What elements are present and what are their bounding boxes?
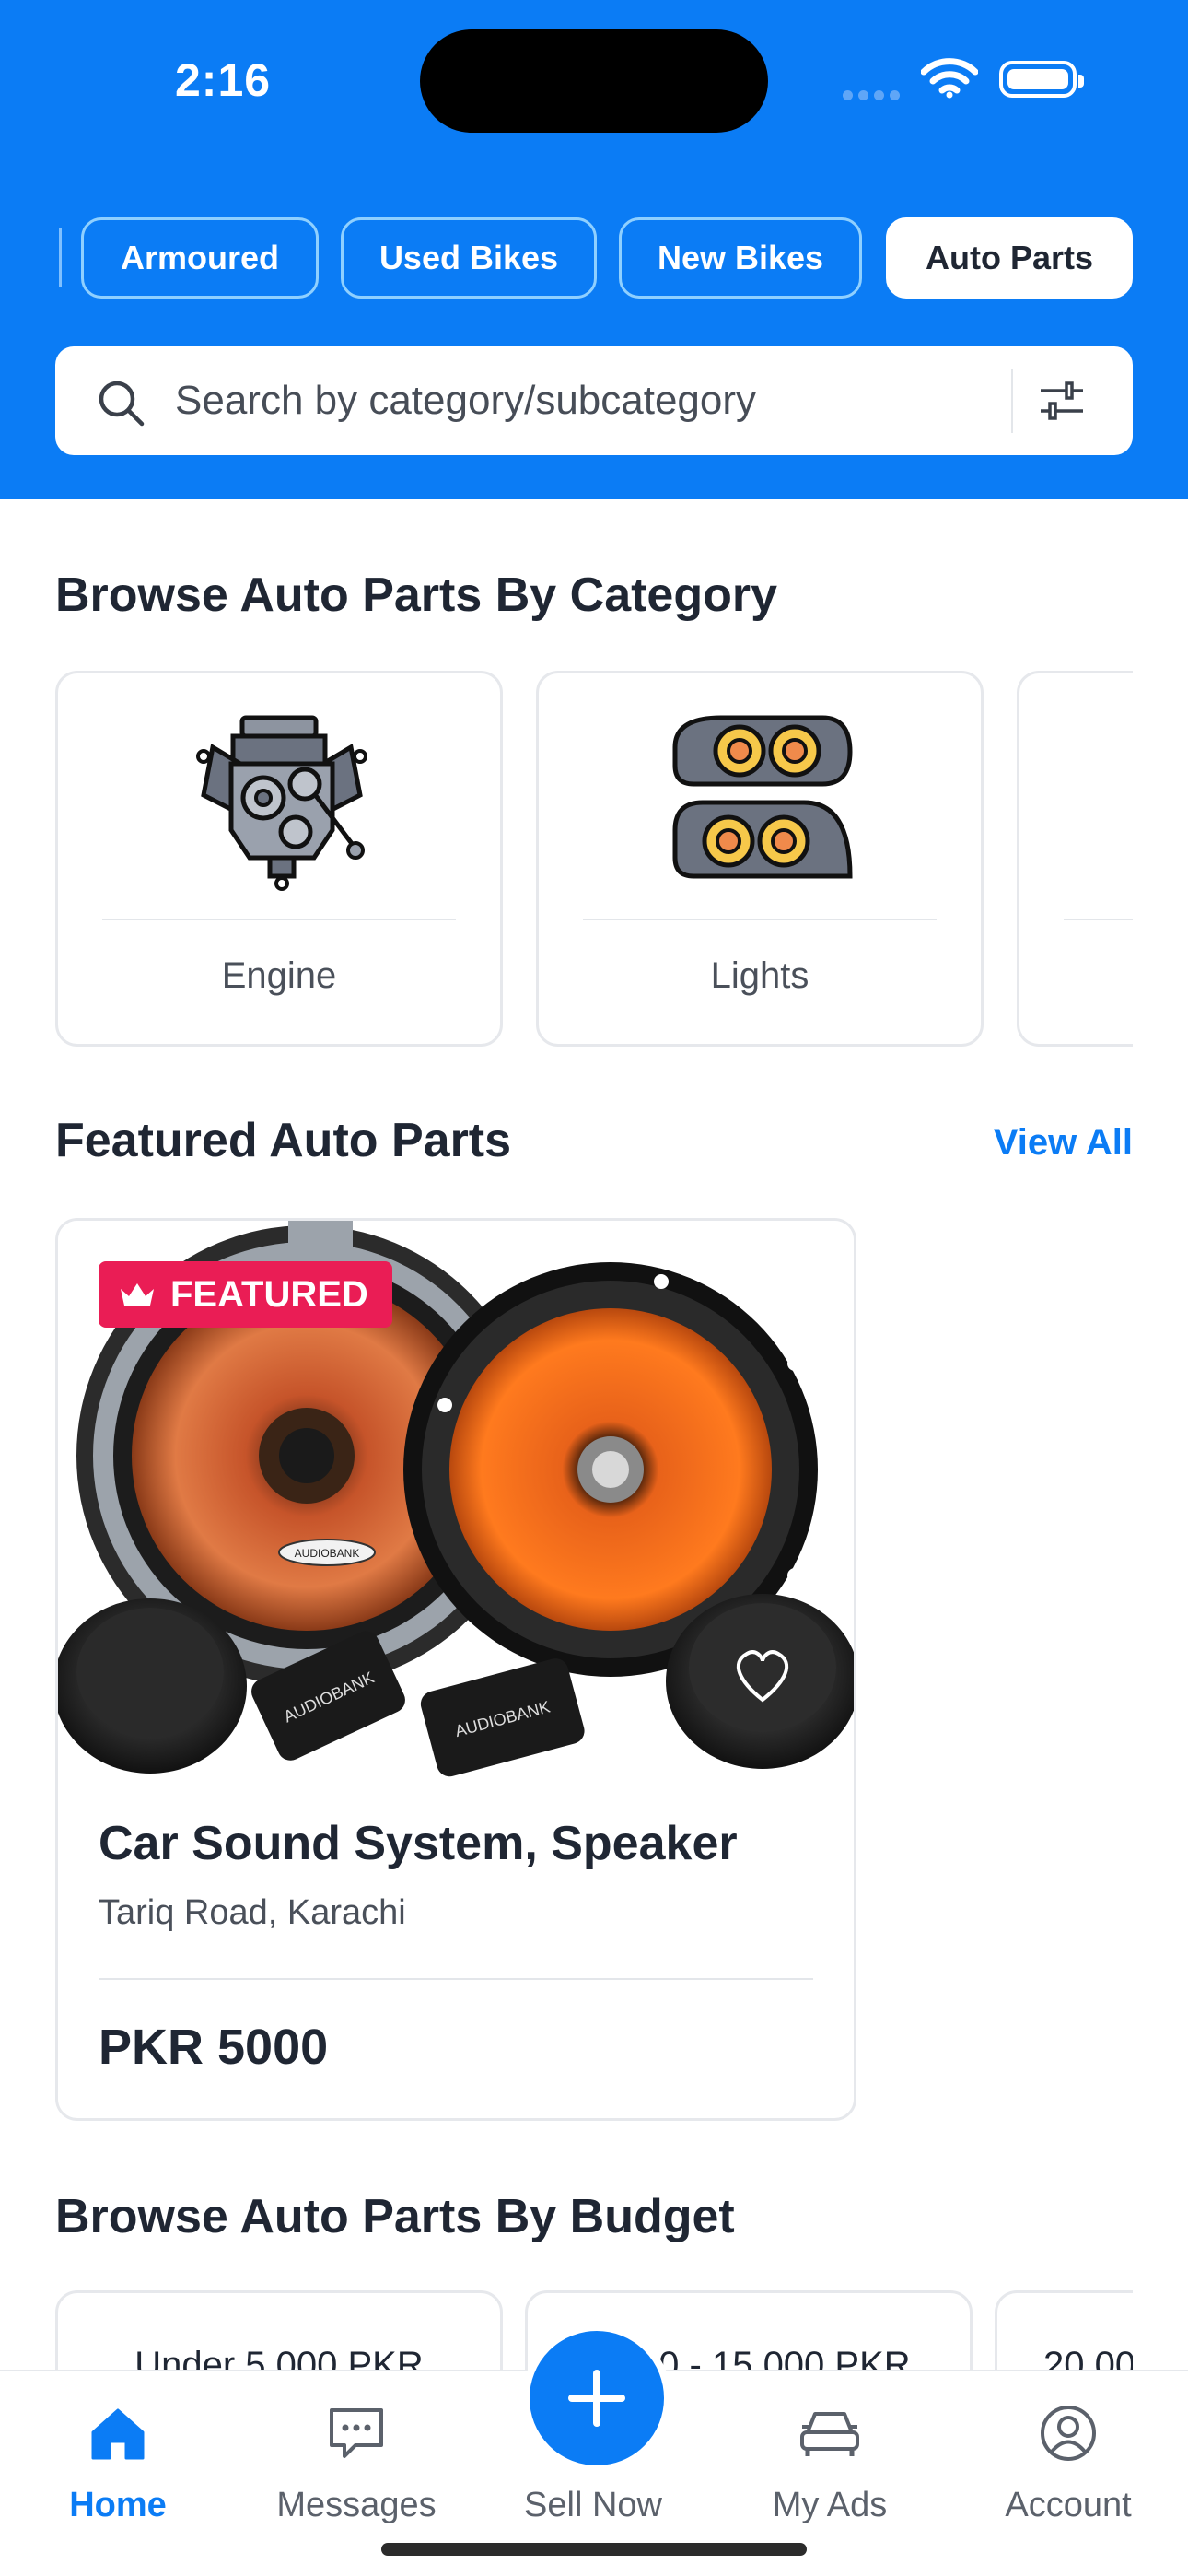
cellular-signal-icon	[843, 88, 905, 105]
category-chip-row: Armoured Used Bikes New Bikes Auto Parts	[0, 217, 1188, 302]
tab-label: Home	[69, 2486, 167, 2524]
engine-icon	[196, 715, 367, 891]
category-card-divider	[583, 919, 937, 920]
sliders-icon[interactable]	[1039, 380, 1085, 422]
message-icon	[330, 2408, 383, 2458]
tab-label: Account	[1005, 2486, 1132, 2524]
product-title: Car Sound System, Speaker	[99, 1817, 738, 1870]
chip-partial[interactable]	[53, 228, 62, 287]
chip-auto-parts[interactable]: Auto Parts	[886, 217, 1133, 299]
product-price: PKR 5000	[99, 2020, 329, 2075]
chip-used-bikes[interactable]: Used Bikes	[341, 217, 597, 299]
section-title-featured: Featured Auto Parts	[55, 1114, 512, 1167]
home-indicator	[381, 2543, 807, 2556]
search-icon	[99, 381, 145, 427]
product-location: Tariq Road, Karachi	[99, 1893, 406, 1932]
brand-text: AUDIOBANK	[295, 1547, 360, 1560]
tab-label: Sell Now	[524, 2486, 662, 2524]
product-divider	[99, 1978, 813, 1980]
crown-icon	[121, 1283, 154, 1306]
section-title-budget: Browse Auto Parts By Budget	[55, 2190, 735, 2243]
sell-now-button[interactable]	[522, 2324, 671, 2473]
tab-account[interactable]: Account	[967, 2371, 1170, 2524]
battery-icon	[999, 61, 1084, 98]
user-icon	[1041, 2406, 1096, 2461]
car-icon	[800, 2412, 859, 2456]
header: 2:16 Armoured Used Bikes New Bikes Auto …	[0, 0, 1188, 499]
tab-messages[interactable]: Messages	[255, 2371, 458, 2524]
featured-product-card[interactable]: AUDIOBANK AUDIOBANK AUDIOBANK FEATURED C…	[55, 1218, 856, 2121]
search-divider	[1011, 369, 1013, 433]
category-card-divider	[1064, 919, 1133, 920]
status-time: 2:16	[175, 54, 272, 106]
category-label: Engine	[221, 955, 337, 996]
tab-home[interactable]: Home	[17, 2371, 219, 2524]
chip-armoured[interactable]: Armoured	[81, 217, 319, 299]
category-card-engine[interactable]: Engine	[55, 671, 503, 1047]
wifi-icon	[921, 58, 978, 99]
category-card-lights[interactable]: Lights	[536, 671, 984, 1047]
featured-badge: FEATURED	[99, 1261, 392, 1328]
view-all-link[interactable]: View All	[994, 1122, 1133, 1164]
featured-badge-label: FEATURED	[170, 1273, 368, 1315]
chip-new-bikes[interactable]: New Bikes	[619, 217, 862, 299]
section-title-category: Browse Auto Parts By Category	[55, 568, 778, 622]
category-label: Lights	[710, 955, 809, 996]
tab-my-ads[interactable]: My Ads	[728, 2371, 931, 2524]
category-card-partial[interactable]	[1017, 671, 1133, 1047]
tab-label: Messages	[276, 2486, 437, 2524]
tab-label: My Ads	[772, 2486, 888, 2524]
app-screen: 2:16 Armoured Used Bikes New Bikes Auto …	[0, 0, 1188, 2576]
home-icon	[91, 2408, 145, 2460]
search-input[interactable]: Search by category/subcategory	[175, 378, 756, 424]
plus-icon	[568, 2370, 625, 2427]
headlights-icon	[672, 715, 853, 879]
category-card-divider	[102, 919, 456, 920]
dynamic-island	[420, 29, 768, 133]
search-bar[interactable]: Search by category/subcategory	[55, 346, 1133, 455]
